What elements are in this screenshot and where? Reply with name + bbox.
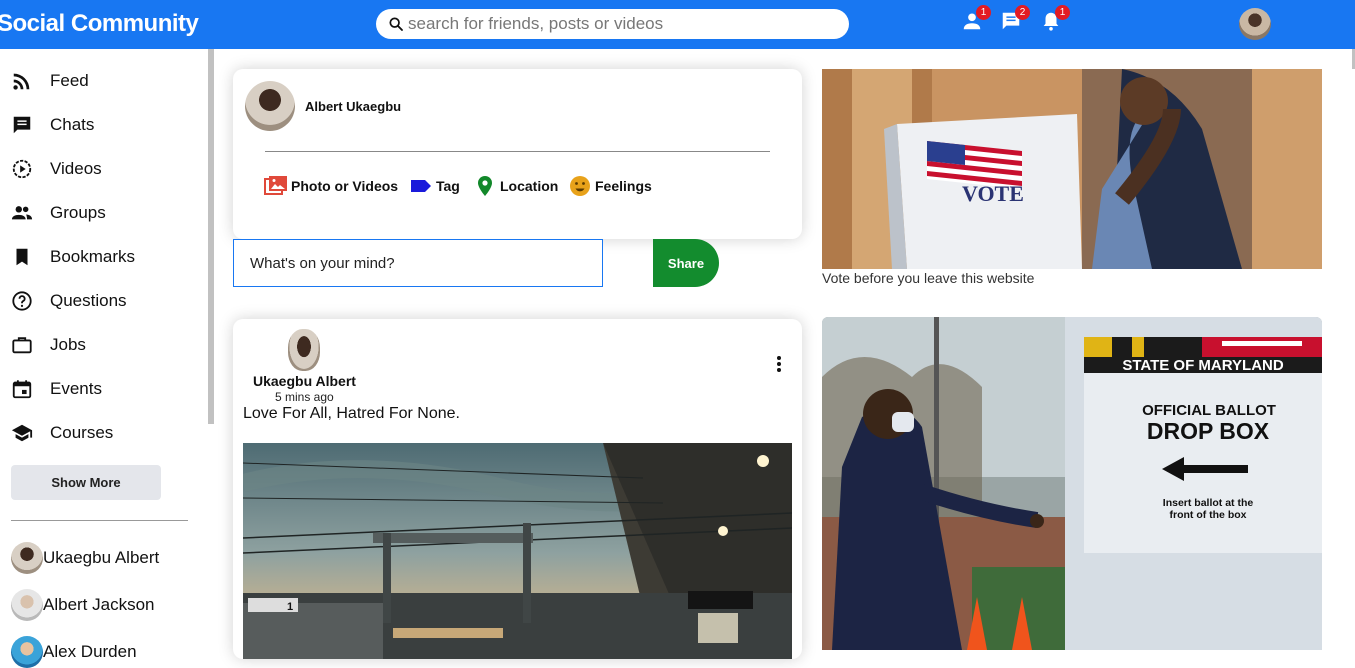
label-icon	[411, 180, 431, 192]
friend-name: Ukaegbu Albert	[43, 548, 160, 567]
share-option-tag[interactable]: Tag	[409, 174, 460, 198]
search-input[interactable]	[408, 14, 828, 34]
friend-item[interactable]: Albert Jackson	[11, 589, 155, 621]
svg-text:1: 1	[287, 601, 293, 613]
notifications-button[interactable]: 1	[1040, 5, 1070, 36]
messages-button[interactable]: 2	[1000, 5, 1030, 36]
briefcase-icon	[12, 337, 32, 354]
friend-requests-badge: 1	[976, 5, 991, 20]
sidebar-item-jobs[interactable]: Jobs	[11, 330, 86, 360]
sidebar-item-courses[interactable]: Courses	[11, 418, 113, 448]
ad-caption: Vote before you leave this website	[822, 270, 1035, 286]
ad2-instr1-text: Insert ballot at the	[1163, 497, 1254, 509]
top-bar: Social Community 1 2 1	[0, 0, 1355, 49]
share-option-label: Location	[500, 178, 559, 194]
search-icon	[389, 17, 403, 31]
avatar[interactable]	[288, 329, 320, 371]
profile-avatar[interactable]	[1239, 8, 1271, 40]
sidebar-item-label: Questions	[50, 291, 127, 310]
train-station-photo: 1	[243, 443, 792, 659]
vote-sign-text: VOTE	[962, 181, 1024, 206]
messages-badge: 2	[1015, 5, 1030, 20]
site-logo[interactable]: Social Community	[0, 10, 199, 38]
chat-icon	[13, 116, 31, 134]
rss-icon	[13, 73, 30, 90]
post-text: Love For All, Hatred For None.	[243, 405, 460, 422]
search-bar[interactable]	[376, 9, 849, 39]
sidebar-item-feed[interactable]: Feed	[11, 66, 89, 96]
sidebar-scrollbar[interactable]	[208, 49, 214, 424]
ad2-state-text: STATE OF MARYLAND	[1122, 357, 1284, 374]
friend-name: Alex Durden	[43, 642, 137, 661]
share-option-location[interactable]: Location	[473, 174, 558, 198]
share-button[interactable]: Share	[653, 239, 719, 287]
vote-booth-photo: VOTE	[822, 69, 1322, 269]
notifications-badge: 1	[1055, 5, 1070, 20]
friend-item[interactable]: Ukaegbu Albert	[11, 542, 159, 574]
sidebar-item-label: Bookmarks	[50, 247, 136, 266]
school-icon	[11, 424, 33, 442]
sidebar-item-groups[interactable]: Groups	[11, 198, 106, 228]
share-option-label: Tag	[436, 178, 460, 194]
friend-name: Albert Jackson	[43, 595, 155, 614]
post-card: Ukaegbu Albert 5 mins ago Love For All, …	[233, 319, 802, 659]
ad-ballot-box[interactable]: STATE OF MARYLAND OFFICIAL BALLOT DROP B…	[822, 317, 1322, 650]
help-icon	[12, 291, 32, 311]
ad-vote[interactable]: VOTE	[822, 69, 1322, 269]
share-option-photo[interactable]: Photo or Videos	[264, 174, 398, 198]
sidebar-item-bookmarks[interactable]: Bookmarks	[11, 242, 135, 272]
sidebar-item-label: Courses	[50, 423, 114, 442]
bookmark-icon	[16, 248, 28, 266]
sidebar-divider	[11, 520, 188, 521]
sidebar-item-label: Feed	[50, 71, 89, 90]
avatar[interactable]	[245, 81, 295, 131]
sidebar-item-chats[interactable]: Chats	[11, 110, 94, 140]
sidebar-item-questions[interactable]: Questions	[11, 286, 127, 316]
avatar	[11, 589, 43, 621]
share-divider	[265, 151, 770, 152]
share-card: Albert Ukaegbu Photo or Videos Tag Locat…	[233, 69, 802, 239]
ad2-title1-text: OFFICIAL BALLOT	[1142, 402, 1276, 419]
post-author[interactable]: Ukaegbu Albert	[253, 373, 356, 389]
more-vert-icon[interactable]	[774, 355, 784, 373]
sidebar-item-events[interactable]: Events	[11, 374, 102, 404]
friend-requests-button[interactable]: 1	[961, 5, 991, 36]
ad2-instr2-text: front of the box	[1170, 509, 1247, 521]
ballot-box-photo: STATE OF MARYLAND OFFICIAL BALLOT DROP B…	[822, 317, 1322, 650]
calendar-icon	[12, 380, 32, 399]
sidebar-item-label: Events	[50, 379, 102, 398]
sidebar-item-videos[interactable]: Videos	[11, 154, 102, 184]
emoji-icon	[570, 176, 590, 196]
avatar	[11, 636, 43, 668]
ad2-title2-text: DROP BOX	[1147, 418, 1270, 444]
sidebar-item-label: Chats	[50, 115, 95, 134]
friend-item[interactable]: Alex Durden	[11, 636, 137, 668]
avatar	[11, 542, 43, 574]
photo-library-icon	[264, 176, 287, 195]
show-more-button[interactable]: Show More	[11, 465, 161, 500]
status-input[interactable]	[233, 239, 603, 287]
sidebar-item-label: Videos	[50, 159, 102, 178]
share-option-label: Photo or Videos	[291, 178, 399, 194]
sidebar-item-label: Groups	[50, 203, 106, 222]
location-pin-icon	[478, 176, 492, 196]
share-option-label: Feelings	[595, 178, 652, 194]
group-icon	[11, 206, 33, 220]
share-user-name: Albert Ukaegbu	[305, 99, 402, 114]
play-circle-icon	[12, 159, 32, 179]
post-timestamp: 5 mins ago	[275, 390, 334, 404]
post-image[interactable]: 1	[243, 443, 792, 659]
sidebar-item-label: Jobs	[50, 335, 86, 354]
share-option-feelings[interactable]: Feelings	[568, 174, 652, 198]
